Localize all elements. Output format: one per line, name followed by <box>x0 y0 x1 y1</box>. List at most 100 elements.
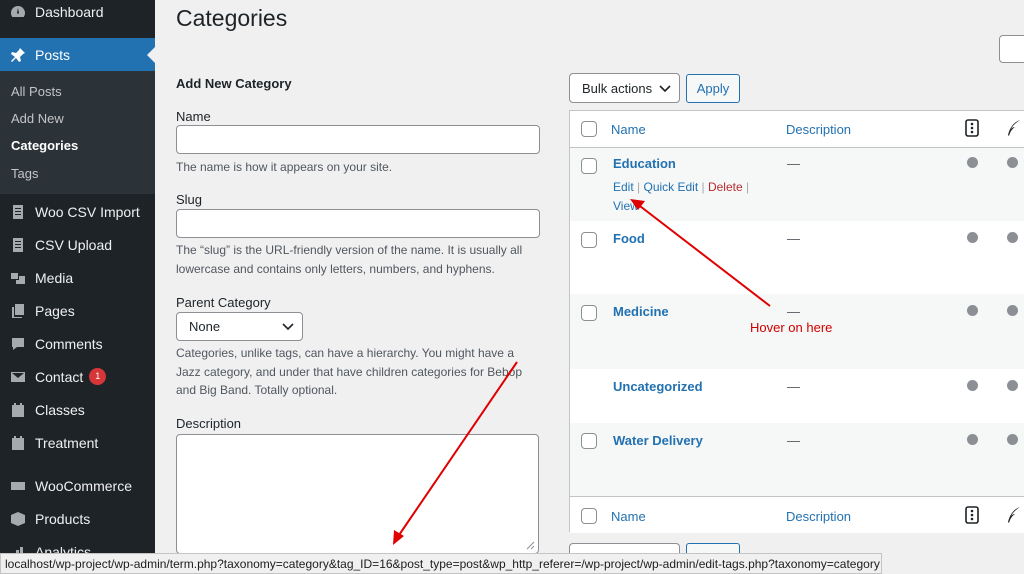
sidebar-item-woocommerce[interactable]: WooCommerce <box>0 469 155 502</box>
category-description: — <box>787 433 800 448</box>
sidebar-item-contact[interactable]: Contact 1 <box>0 360 155 393</box>
view-link[interactable]: View <box>613 199 639 213</box>
search-input[interactable] <box>999 35 1024 63</box>
row-checkbox[interactable] <box>581 232 597 248</box>
page-title: Categories <box>176 5 288 31</box>
submenu-categories[interactable]: Categories <box>11 138 78 153</box>
status-dot <box>1007 434 1018 445</box>
dashboard-icon <box>8 2 28 22</box>
document-icon <box>8 235 28 255</box>
sidebar-item-label: WooCommerce <box>35 477 132 494</box>
table-row[interactable]: Education — Edit | Quick Edit | Delete |… <box>570 148 1024 221</box>
sidebar-item-csv-upload[interactable]: CSV Upload <box>0 228 155 261</box>
apply-button[interactable]: Apply <box>686 74 740 103</box>
feather-icon[interactable] <box>1005 119 1021 137</box>
sidebar-item-label: Woo CSV Import <box>35 203 140 220</box>
annotation-note: Hover on here <box>750 320 833 335</box>
pages-icon <box>8 301 28 321</box>
admin-sidebar: Dashboard Posts All Posts Add New Catego… <box>0 0 155 574</box>
sidebar-item-posts[interactable]: Posts <box>0 38 155 71</box>
select-all-checkbox[interactable] <box>581 121 597 137</box>
sidebar-item-label: Pages <box>35 302 75 319</box>
envelope-icon <box>8 367 28 387</box>
sidebar-item-label: Products <box>35 510 91 527</box>
category-description: — <box>787 379 800 394</box>
status-dot <box>1007 157 1018 168</box>
category-name-link[interactable]: Water Delivery <box>613 433 703 448</box>
pushpin-icon <box>8 45 28 65</box>
sidebar-item-pages[interactable]: Pages <box>0 294 155 327</box>
row-checkbox[interactable] <box>581 433 597 449</box>
category-name-link[interactable]: Medicine <box>613 304 669 319</box>
name-field[interactable] <box>176 125 540 154</box>
category-name-link[interactable]: Education <box>613 156 676 171</box>
parent-category-value: None <box>189 319 221 334</box>
category-description: — <box>787 156 800 171</box>
sidebar-item-media[interactable]: Media <box>0 261 155 294</box>
sidebar-item-label: Contact <box>35 368 84 385</box>
submenu-tags[interactable]: Tags <box>11 166 38 181</box>
table-row[interactable]: Food — <box>570 221 1024 294</box>
status-dot <box>1007 380 1018 391</box>
status-dot <box>967 380 978 391</box>
bulk-actions-value: Bulk actions <box>582 80 653 96</box>
name-help-text: The name is how it appears on your site. <box>176 160 393 174</box>
name-label: Name <box>176 109 211 124</box>
sidebar-item-label: Treatment <box>35 434 99 451</box>
table-row[interactable]: Water Delivery — <box>570 423 1024 496</box>
column-description-footer[interactable]: Description <box>786 509 851 524</box>
submenu-all-posts[interactable]: All Posts <box>11 84 62 99</box>
quick-edit-link[interactable]: Quick Edit <box>643 180 698 194</box>
table-footer: Name Description <box>570 496 1024 533</box>
form-heading: Add New Category <box>176 76 292 91</box>
woo-icon <box>8 476 28 496</box>
count-column-icon[interactable] <box>965 119 979 137</box>
submenu-add-new[interactable]: Add New <box>11 111 64 126</box>
status-dot <box>1007 232 1018 243</box>
resize-grip-icon[interactable] <box>525 540 535 550</box>
select-all-checkbox[interactable] <box>581 508 597 524</box>
delete-link[interactable]: Delete <box>708 180 743 194</box>
sidebar-item-products[interactable]: Products <box>0 502 155 535</box>
row-checkbox[interactable] <box>581 305 597 321</box>
sidebar-item-comments[interactable]: Comments <box>0 327 155 360</box>
column-name-footer[interactable]: Name <box>611 509 646 524</box>
feather-icon[interactable] <box>1005 506 1021 524</box>
calendar-icon <box>8 400 28 420</box>
category-name-link[interactable]: Uncategorized <box>613 379 703 394</box>
sidebar-item-label: CSV Upload <box>35 236 113 253</box>
notification-badge: 1 <box>89 368 107 385</box>
slug-field[interactable] <box>176 209 540 238</box>
sidebar-item-label: Classes <box>35 401 85 418</box>
description-label: Description <box>176 416 242 431</box>
table-header: Name Description <box>570 111 1024 148</box>
sidebar-item-treatment[interactable]: Treatment <box>0 426 155 459</box>
edit-link[interactable]: Edit <box>613 180 634 194</box>
table-row[interactable]: Uncategorized — <box>570 369 1024 423</box>
count-column-icon[interactable] <box>965 506 979 524</box>
parent-category-select[interactable]: None <box>176 312 303 341</box>
bulk-actions-select[interactable]: Bulk actions <box>569 73 680 103</box>
slug-label: Slug <box>176 192 203 207</box>
status-dot <box>967 305 978 316</box>
row-checkbox[interactable] <box>581 158 597 174</box>
category-name-link[interactable]: Food <box>613 231 645 246</box>
status-dot <box>1007 305 1018 316</box>
description-textarea[interactable] <box>176 434 539 554</box>
comment-icon <box>8 334 28 354</box>
sidebar-item-woo-csv-import[interactable]: Woo CSV Import <box>0 195 155 228</box>
media-icon <box>8 268 28 288</box>
column-description-header[interactable]: Description <box>786 122 851 137</box>
sidebar-item-dashboard[interactable]: Dashboard <box>0 0 155 28</box>
column-name-header[interactable]: Name <box>611 122 646 137</box>
sidebar-item-label: Dashboard <box>35 3 104 20</box>
chevron-down-icon <box>282 319 294 334</box>
category-description: — <box>787 304 800 319</box>
category-description: — <box>787 231 800 246</box>
chevron-down-icon <box>659 81 671 96</box>
browser-status-bar: localhost/wp-project/wp-admin/term.php?t… <box>0 553 882 574</box>
parent-category-label: Parent Category <box>176 295 271 310</box>
sidebar-item-classes[interactable]: Classes <box>0 393 155 426</box>
status-dot <box>967 434 978 445</box>
status-dot <box>967 232 978 243</box>
